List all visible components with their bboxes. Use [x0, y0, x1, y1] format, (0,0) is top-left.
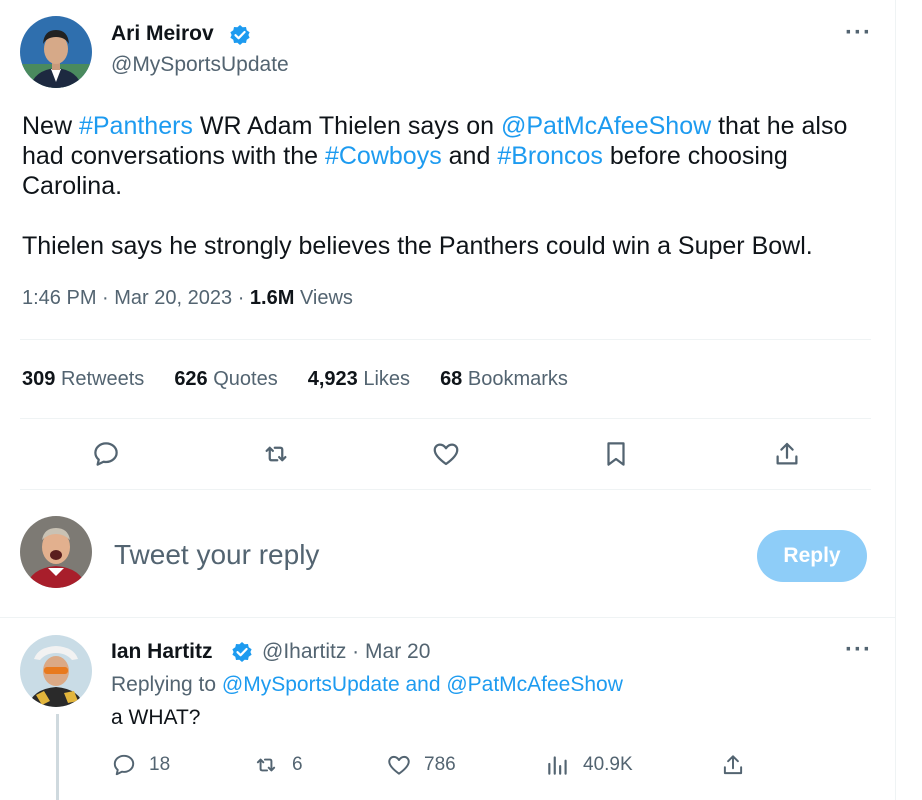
retweet-button[interactable]	[256, 434, 296, 474]
author-avatar[interactable]	[20, 16, 92, 88]
reply-button[interactable]	[86, 434, 126, 474]
share-icon	[776, 442, 798, 465]
like-icon	[388, 755, 410, 775]
retweet-count: 6	[292, 754, 303, 775]
view-count: 40.9K	[583, 754, 633, 775]
separator-dot: ·	[102, 287, 115, 309]
text-segment: WR Adam Thielen says on	[192, 112, 501, 140]
hashtag-cowboys[interactable]: #Cowboys	[325, 142, 442, 170]
replying-to: Replying to @MySportsUpdate and @PatMcAf…	[111, 673, 623, 697]
like-button[interactable]	[426, 434, 466, 474]
tweet-time[interactable]: 1:46 PM	[22, 287, 96, 309]
reply-more-options-icon[interactable]: ···	[845, 638, 872, 662]
share-button[interactable]	[767, 434, 807, 474]
tweet-paragraph-2: Thielen says he strongly believes the Pa…	[22, 232, 813, 260]
stat-label: Quotes	[213, 368, 278, 390]
stat-count: 309	[22, 368, 56, 390]
stat-count: 4,923	[307, 368, 358, 390]
bookmark-button[interactable]	[596, 434, 636, 474]
bookmark-icon	[607, 442, 625, 466]
stat-quotes[interactable]: 626 Quotes	[174, 368, 277, 391]
stat-likes[interactable]: 4,923 Likes	[308, 368, 410, 391]
divider	[0, 617, 895, 618]
verified-badge-icon	[230, 25, 250, 45]
reply-author-handle: @Ihartitz · Mar 20	[262, 640, 430, 664]
retweet-icon	[265, 446, 287, 462]
tweet-text: New #Panthers WR Adam Thielen says on @P…	[22, 111, 882, 261]
more-options-icon[interactable]: ···	[845, 21, 872, 45]
reply-like-button[interactable]: 786	[386, 752, 456, 778]
reply-handle[interactable]: @Ihartitz	[262, 640, 346, 663]
analytics-icon	[548, 756, 567, 775]
reply-count: 18	[149, 754, 171, 775]
reply-views-button[interactable]: 40.9K	[545, 752, 633, 778]
reply-author-avatar[interactable]	[20, 635, 92, 707]
stat-label: Bookmarks	[467, 368, 568, 390]
stat-label: Likes	[363, 368, 411, 390]
current-user-avatar[interactable]	[20, 516, 92, 588]
mention-patmcafeeshow[interactable]: @PatMcAfeeShow	[501, 112, 711, 140]
text-segment: New	[22, 112, 79, 140]
reply-date[interactable]: Mar 20	[365, 640, 430, 663]
reply-submit-button[interactable]: Reply	[757, 530, 867, 582]
stat-label: Retweets	[60, 368, 145, 390]
hashtag-panthers[interactable]: #Panthers	[79, 112, 193, 140]
verified-badge-icon	[232, 642, 252, 662]
tweet-date[interactable]: Mar 20, 2023	[114, 287, 232, 309]
stat-count: 626	[174, 368, 208, 390]
author-handle[interactable]: @MySportsUpdate	[111, 53, 289, 77]
reply-icon	[94, 442, 118, 466]
reply-reply-button[interactable]: 18	[111, 752, 170, 778]
like-count: 786	[424, 754, 456, 775]
divider	[20, 489, 871, 490]
stat-bookmarks[interactable]: 68 Bookmarks	[440, 368, 568, 391]
reply-share-button[interactable]	[720, 752, 746, 778]
reply-text: a WHAT?	[111, 706, 201, 729]
reply-icon	[113, 754, 135, 776]
reply-input[interactable]: Tweet your reply	[114, 539, 319, 571]
stat-retweets[interactable]: 309 Retweets	[22, 368, 144, 391]
text-segment: and	[441, 142, 498, 170]
column-border	[895, 0, 896, 800]
divider	[20, 339, 871, 340]
separator-dot: ·	[346, 640, 366, 663]
engagement-stats: 309 Retweets 626 Quotes 4,923 Likes 68 B…	[22, 368, 568, 391]
replying-to-users[interactable]: @MySportsUpdate and @PatMcAfeeShow	[222, 673, 623, 696]
divider	[20, 418, 871, 419]
views-label: Views	[299, 287, 353, 309]
tweet-meta: 1:46 PM · Mar 20, 2023 · 1.6M Views	[22, 287, 353, 310]
hashtag-broncos[interactable]: #Broncos	[497, 142, 603, 170]
stat-count: 68	[440, 368, 463, 390]
reply-author-name[interactable]: Ian Hartitz	[111, 640, 213, 664]
thread-connector-line	[56, 714, 59, 800]
like-icon	[433, 443, 459, 466]
share-icon	[723, 755, 743, 775]
author-name[interactable]: Ari Meirov	[111, 22, 214, 46]
retweet-icon	[256, 758, 276, 772]
separator-dot: ·	[237, 287, 250, 309]
reply-retweet-button[interactable]: 6	[252, 752, 303, 778]
views-count: 1.6M	[249, 287, 295, 309]
replying-to-label: Replying to	[111, 673, 217, 696]
